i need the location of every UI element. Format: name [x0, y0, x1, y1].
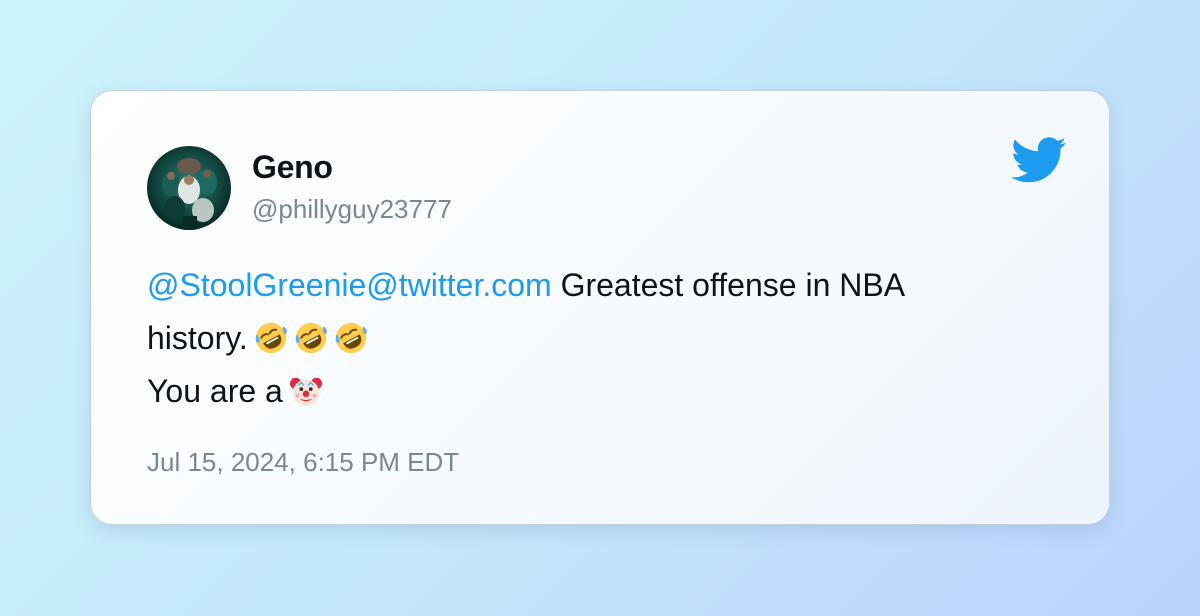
twitter-bird-icon[interactable] — [1011, 137, 1067, 183]
clown-face-emoji — [289, 374, 323, 408]
tweet-line-3: You are a — [147, 365, 1047, 418]
display-name[interactable]: Geno — [252, 149, 333, 186]
timestamp[interactable]: Jul 15, 2024, 6:15 PM EDT — [147, 447, 459, 478]
rolling-on-floor-laughing-emoji — [254, 321, 288, 355]
avatar[interactable] — [147, 146, 231, 230]
tweet-line-2-text: history. — [147, 320, 248, 356]
tweet-text: @StoolGreenie@twitter.com Greatest offen… — [147, 259, 1047, 418]
tweet-card: Geno @phillyguy23777 @StoolGreenie@twitt… — [90, 90, 1110, 525]
user-handle[interactable]: @phillyguy23777 — [252, 194, 452, 225]
tweet-line-1: @StoolGreenie@twitter.com Greatest offen… — [147, 259, 1047, 312]
tweet-line-3-text: You are a — [147, 373, 283, 409]
tweet-line-1-text: Greatest offense in NBA — [551, 267, 906, 303]
rolling-on-floor-laughing-emoji — [294, 321, 328, 355]
tweet-line-2: history. — [147, 312, 1047, 365]
mention-link[interactable]: @StoolGreenie@twitter.com — [147, 267, 552, 303]
rolling-on-floor-laughing-emoji — [334, 321, 368, 355]
